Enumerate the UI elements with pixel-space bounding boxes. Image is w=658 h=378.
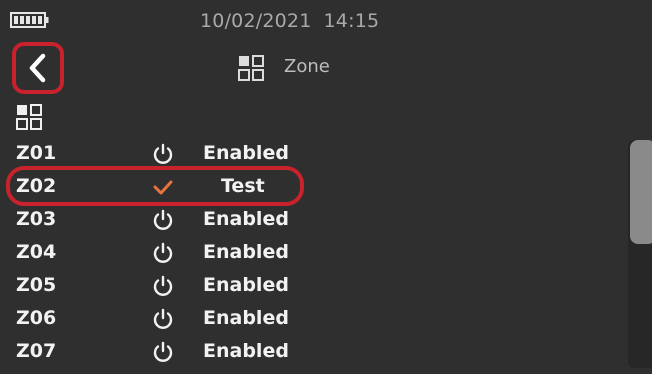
power-icon: [153, 242, 173, 263]
time-label: 14:15: [323, 10, 380, 32]
zone-id: Z07: [16, 340, 57, 362]
zone-grid-icon: [238, 55, 264, 81]
chevron-left-icon: [29, 53, 46, 83]
test-row-annotation: [6, 166, 304, 206]
power-icon: [153, 341, 173, 362]
date-label: 10/02/2021: [200, 10, 312, 32]
zone-status: Enabled: [203, 241, 289, 263]
zone-status: Enabled: [203, 274, 289, 296]
power-icon: [153, 308, 173, 329]
screen-border-bottom: [0, 374, 658, 378]
screen-border-right: [652, 0, 658, 378]
back-button[interactable]: [18, 47, 58, 89]
battery-full-icon: [10, 12, 49, 28]
zone-id: Z03: [16, 208, 57, 230]
zone-status: Enabled: [203, 208, 289, 230]
zone-status: Enabled: [203, 142, 289, 164]
zone-id: Z06: [16, 307, 57, 329]
zone-row-z03[interactable]: Z03 Enabled: [0, 203, 610, 236]
zone-status: Enabled: [203, 307, 289, 329]
power-icon: [153, 275, 173, 296]
zone-column-icon: [16, 104, 42, 130]
zone-row-z05[interactable]: Z05 Enabled: [0, 269, 610, 302]
zone-screen: 10/02/2021 14:15 Zone Z01 Enabled Z02 Te…: [0, 0, 658, 378]
power-icon: [153, 209, 173, 230]
zone-id: Z01: [16, 142, 57, 164]
datetime-display: 10/02/2021 14:15: [200, 10, 379, 32]
zone-row-z07[interactable]: Z07 Enabled: [0, 335, 610, 368]
power-icon: [153, 143, 173, 164]
page-title: Zone: [284, 56, 330, 77]
zone-id: Z05: [16, 274, 57, 296]
zone-row-z04[interactable]: Z04 Enabled: [0, 236, 610, 269]
zone-id: Z04: [16, 241, 57, 263]
zone-row-z06[interactable]: Z06 Enabled: [0, 302, 610, 335]
zone-status: Enabled: [203, 340, 289, 362]
